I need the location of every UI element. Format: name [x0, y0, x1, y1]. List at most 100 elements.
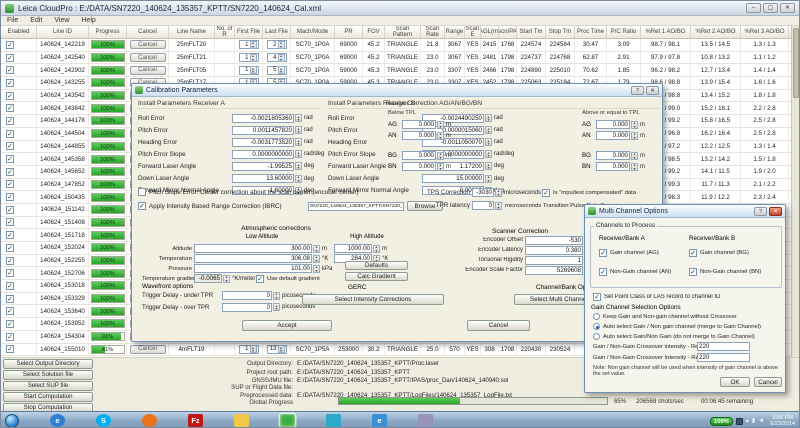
- column-header[interactable]: Line Name: [169, 26, 215, 38]
- gain-b-checkbox[interactable]: ✓: [689, 268, 697, 276]
- gain-b-checkbox[interactable]: ✓: [689, 249, 697, 257]
- footer-button-select-output-directory[interactable]: Select Output Directory: [3, 359, 93, 369]
- range-input[interactable]: 0.000: [596, 131, 630, 140]
- column-header[interactable]: Scan Rate: [421, 26, 445, 38]
- spinner-up-down[interactable]: ▴▾: [278, 54, 285, 62]
- spinner-up-down[interactable]: ▴▾: [278, 66, 285, 74]
- row-enabled-checkbox[interactable]: ✓: [6, 168, 14, 176]
- row-enabled-checkbox[interactable]: ✓: [6, 282, 14, 290]
- column-header[interactable]: %Ret 2 AO/BO: [691, 26, 741, 38]
- range-input[interactable]: 0.000: [402, 162, 436, 171]
- spinner-up-down[interactable]: ▴▾: [631, 163, 638, 171]
- footer-button-select-solution-file[interactable]: Select Solution file: [3, 370, 93, 380]
- row-enabled-checkbox[interactable]: ✓: [6, 41, 14, 49]
- cancel-button[interactable]: Cancel: [467, 320, 530, 331]
- mpu-compensated-checkbox[interactable]: ✓: [542, 189, 550, 197]
- column-header[interactable]: scn/PA: [499, 26, 517, 38]
- column-header[interactable]: Scan E: [465, 26, 481, 38]
- row-enabled-checkbox[interactable]: ✓: [6, 218, 14, 226]
- field-input[interactable]: 0.0011457820: [232, 126, 294, 135]
- range-input[interactable]: 0.000: [596, 151, 630, 160]
- spinner-up-down[interactable]: ▴▾: [295, 150, 302, 158]
- show-hidden-icons-arrow[interactable]: ▴: [746, 418, 749, 424]
- column-header[interactable]: %Ret 3 AO/BO: [741, 26, 789, 38]
- spinner-up-down[interactable]: ▴▾: [250, 345, 257, 353]
- column-header[interactable]: Enabled: [1, 26, 37, 38]
- cancel-line-button[interactable]: Cancel: [130, 66, 166, 75]
- column-header[interactable]: Line ID: [37, 26, 89, 38]
- file-number-input[interactable]: 2▴▾: [267, 40, 287, 49]
- field-input[interactable]: -0.0031773520: [232, 138, 294, 147]
- crossover-a-input[interactable]: 220: [697, 342, 750, 351]
- cancel-button[interactable]: Cancel: [754, 377, 782, 387]
- spinner-up-down[interactable]: ▴▾: [631, 121, 638, 129]
- accept-button[interactable]: Accept: [242, 320, 332, 331]
- cancel-line-button[interactable]: Cancel: [130, 40, 166, 49]
- spinner-up-down[interactable]: ▴▾: [223, 275, 230, 283]
- calc-gradient-button[interactable]: Calc Gradient: [345, 272, 408, 281]
- las-class-checkbox[interactable]: ✓: [593, 293, 601, 301]
- menu-item-file[interactable]: File: [7, 17, 18, 24]
- skype-icon[interactable]: S: [96, 414, 111, 427]
- column-header[interactable]: Start Tm: [517, 26, 546, 38]
- menu-item-view[interactable]: View: [54, 17, 69, 24]
- minimize-button[interactable]: –: [746, 3, 761, 13]
- tray-app-icon[interactable]: [736, 418, 743, 425]
- row-enabled-checkbox[interactable]: ✓: [6, 79, 14, 87]
- row-enabled-checkbox[interactable]: ✓: [6, 130, 14, 138]
- internet-explorer-icon[interactable]: e: [50, 414, 65, 427]
- row-enabled-checkbox[interactable]: ✓: [6, 231, 14, 239]
- cancel-line-button[interactable]: Cancel: [130, 345, 166, 354]
- gain-a-checkbox[interactable]: ✓: [599, 249, 607, 257]
- field-input[interactable]: 13.60000: [232, 174, 294, 183]
- spinner-up-down[interactable]: ▴▾: [495, 202, 502, 210]
- spinner-up-down[interactable]: ▴▾: [485, 175, 492, 183]
- cloudpro-app-icon[interactable]: [280, 414, 295, 427]
- atmo-low-input[interactable]: 300.00: [194, 244, 312, 253]
- utility-icon[interactable]: [418, 414, 433, 427]
- ok-button[interactable]: OK: [720, 377, 750, 387]
- spinner-up-down[interactable]: ▴▾: [295, 162, 302, 170]
- pitch-slope-checkbox[interactable]: [138, 188, 146, 196]
- spinner-up-down[interactable]: ▴▾: [373, 245, 380, 253]
- field-input[interactable]: -0.0021805360: [232, 114, 294, 123]
- menu-item-help[interactable]: Help: [81, 17, 95, 24]
- column-header[interactable]: Proc Time: [575, 26, 607, 38]
- row-enabled-checkbox[interactable]: ✓: [6, 142, 14, 150]
- row-enabled-checkbox[interactable]: ✓: [6, 295, 14, 303]
- footer-button-start-computation[interactable]: Start Computation: [3, 392, 93, 402]
- column-header[interactable]: Last File: [263, 26, 291, 38]
- row-enabled-checkbox[interactable]: ✓: [6, 333, 14, 341]
- taskbar-clock[interactable]: 3:56 PM 6/23/2014: [767, 415, 798, 428]
- ibrc-path-input[interactable]: SN7220_140624_135357_KPTT/SN7220_AL570_n…: [308, 202, 404, 211]
- gain-a-checkbox[interactable]: ✓: [599, 268, 607, 276]
- column-header[interactable]: AGL(m): [481, 26, 499, 38]
- dialog-help-button[interactable]: ?: [754, 207, 767, 216]
- column-header[interactable]: Progress: [89, 26, 127, 38]
- column-header[interactable]: No. of R: [215, 26, 235, 38]
- firefox-icon[interactable]: [142, 414, 157, 427]
- dialog-close-button[interactable]: ✕: [769, 207, 782, 216]
- row-enabled-checkbox[interactable]: ✓: [6, 269, 14, 277]
- footer-button-select-sup-file[interactable]: Select SUP file: [3, 381, 93, 391]
- row-enabled-checkbox[interactable]: ✓: [6, 244, 14, 252]
- spinner-up-down[interactable]: ▴▾: [313, 265, 320, 273]
- spinner-up-down[interactable]: ▴▾: [295, 138, 302, 146]
- dialog-help-button[interactable]: ?: [631, 86, 644, 95]
- spinner-up-down[interactable]: ▴▾: [278, 345, 285, 353]
- tps-input[interactable]: -3030: [472, 188, 494, 197]
- gain-option-radio[interactable]: [593, 333, 600, 340]
- range-input[interactable]: 0.000: [402, 120, 436, 129]
- row-enabled-checkbox[interactable]: ✓: [6, 66, 14, 74]
- spinner-up-down[interactable]: ▴▾: [495, 189, 502, 197]
- column-header[interactable]: FOV: [363, 26, 385, 38]
- cancel-line-button[interactable]: Cancel: [130, 53, 166, 62]
- gradient-input[interactable]: -0.0065: [194, 274, 222, 283]
- gain-option-radio[interactable]: [593, 313, 600, 320]
- network-icon[interactable]: ▮: [752, 418, 755, 424]
- file-number-input[interactable]: 1▴▾: [239, 345, 259, 354]
- column-header[interactable]: Range: [445, 26, 465, 38]
- spinner-up-down[interactable]: ▴▾: [437, 121, 444, 129]
- scanner-input[interactable]: 1: [525, 256, 583, 265]
- range-input[interactable]: 0.000: [596, 120, 630, 129]
